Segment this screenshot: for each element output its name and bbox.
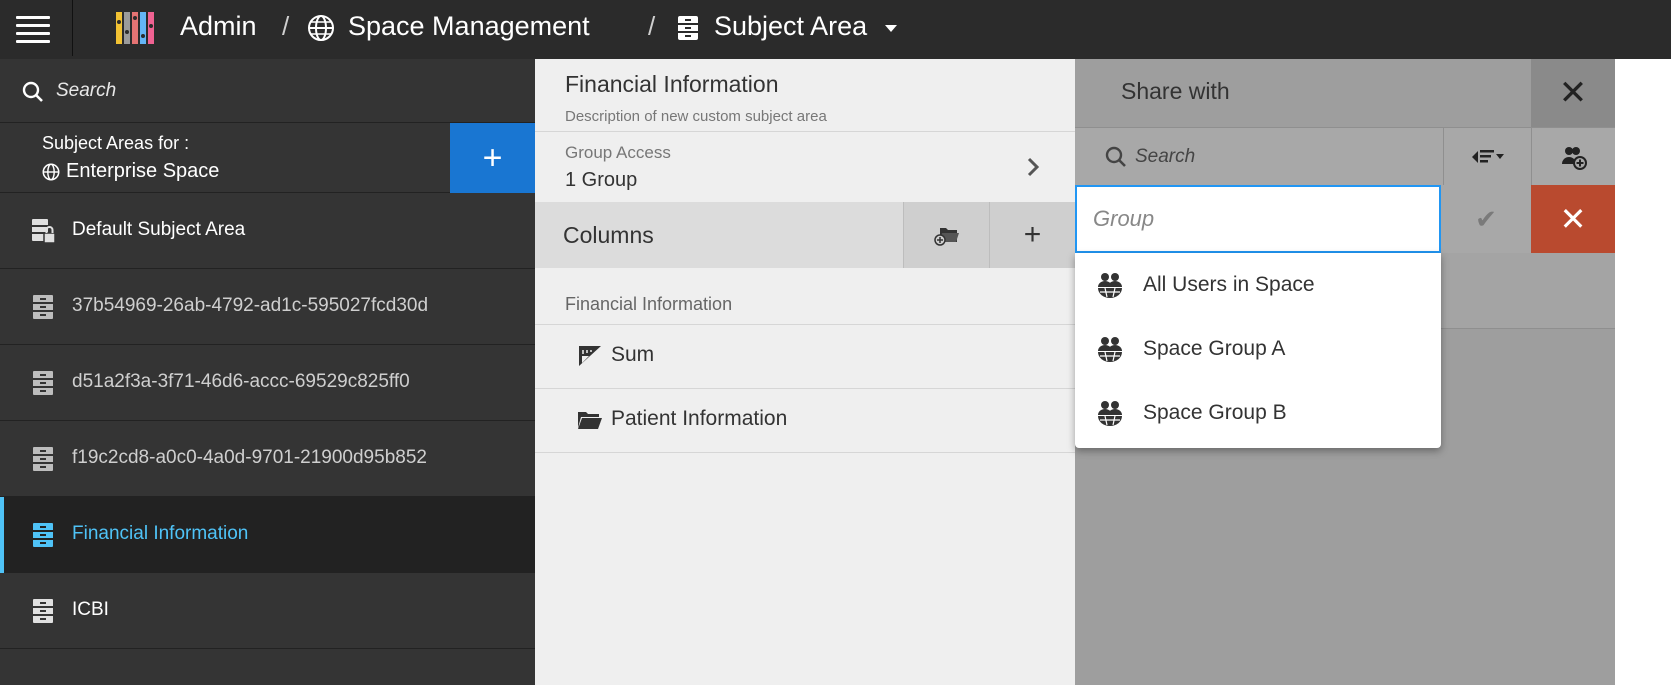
columns-header: Columns +: [535, 202, 1075, 268]
column-section-label: Financial Information: [565, 294, 733, 314]
sidebar-item-label: ICBI: [72, 599, 109, 620]
sidebar-item-label: f19c2cd8-a0c0-4a0d-9701-21900d95b852: [72, 447, 427, 468]
group-option-label: Space Group A: [1143, 337, 1286, 360]
group-option-all-users[interactable]: All Users in Space: [1075, 253, 1441, 317]
space-name: Enterprise Space: [42, 160, 219, 183]
sidebar-item-subject-area[interactable]: f19c2cd8-a0c0-4a0d-9701-21900d95b852: [0, 421, 535, 497]
sidebar-item-subject-area[interactable]: d51a2f3a-3f71-46d6-accc-69529c825ff0: [0, 345, 535, 421]
divider: [535, 452, 1075, 453]
add-folder-icon: [933, 228, 959, 246]
columns-title: Columns: [563, 222, 654, 248]
cabinet-icon: [678, 16, 698, 40]
locked-cabinet-icon: [32, 219, 56, 244]
empty-area: [1615, 59, 1671, 685]
cabinet-icon: [33, 371, 53, 395]
globe-icon: [308, 15, 334, 41]
subject-areas-header: Subject Areas for : Enterprise Space +: [0, 123, 535, 193]
divider: [535, 131, 1075, 132]
breadcrumb-admin[interactable]: Admin: [180, 11, 257, 42]
group-access-label: Group Access: [565, 143, 671, 162]
sidebar-item-financial-information[interactable]: Financial Information: [0, 497, 535, 573]
breadcrumb-separator: /: [282, 11, 290, 41]
users-group-icon: [1098, 337, 1122, 362]
topbar-divider: [72, 0, 73, 56]
users-group-icon: [1098, 273, 1122, 298]
app-window: Admin / Space Management / Subject Area: [0, 0, 1671, 685]
share-search-bar: [1075, 127, 1615, 186]
cabinet-icon: [33, 295, 53, 319]
breadcrumb-separator: /: [648, 11, 656, 41]
add-subject-area-button[interactable]: +: [450, 123, 535, 193]
group-option-label: Space Group B: [1143, 401, 1287, 424]
search-icon: [22, 81, 43, 102]
sort-button[interactable]: [1443, 128, 1531, 186]
group-option-space-group-b[interactable]: Space Group B: [1075, 381, 1441, 445]
space-name-label: Enterprise Space: [66, 160, 220, 182]
group-name-input[interactable]: [1075, 185, 1441, 253]
group-option-space-group-a[interactable]: Space Group A: [1075, 317, 1441, 381]
column-row-label: Patient Information: [611, 407, 788, 430]
search-icon: [1105, 146, 1126, 167]
sidebar-item-subject-area[interactable]: 37b54969-26ab-4792-ad1c-595027fcd30d: [0, 269, 535, 345]
cancel-button[interactable]: ✕: [1531, 185, 1615, 253]
sidebar-item-label: d51a2f3a-3f71-46d6-accc-69529c825ff0: [72, 371, 410, 392]
add-folder-button[interactable]: [903, 202, 989, 268]
subject-area-description: Description of new custom subject area: [565, 108, 827, 125]
breadcrumb-subject-area[interactable]: Subject Area: [714, 11, 867, 42]
sidebar-search-input[interactable]: [56, 73, 506, 109]
add-user-group-icon: [1561, 147, 1587, 170]
group-suggestions-dropdown: All Users in Space Space Group A Space G…: [1075, 253, 1441, 448]
users-group-icon: [1098, 401, 1122, 426]
top-bar: Admin / Space Management / Subject Area: [0, 0, 1671, 59]
sidebar-item-label: 37b54969-26ab-4792-ad1c-595027fcd30d: [72, 295, 429, 316]
sort-icon: [1471, 150, 1504, 163]
cabinet-icon: [33, 599, 53, 623]
column-row-patient-information[interactable]: Patient Information: [535, 388, 1075, 452]
share-search-input[interactable]: [1135, 140, 1435, 174]
folder-open-icon: [578, 412, 602, 429]
group-option-label: All Users in Space: [1143, 273, 1315, 296]
close-button[interactable]: ✕: [1531, 59, 1615, 127]
sidebar: Subject Areas for : Enterprise Space + D…: [0, 59, 535, 685]
column-row-sum[interactable]: Sum: [535, 324, 1075, 388]
chevron-down-icon[interactable]: [884, 22, 898, 34]
sidebar-item-label: Default Subject Area: [72, 219, 246, 240]
menu-icon[interactable]: [16, 11, 50, 45]
confirm-button[interactable]: ✔: [1441, 185, 1531, 253]
sidebar-item-icbi[interactable]: ICBI: [0, 573, 535, 649]
cabinet-icon: [33, 523, 53, 547]
share-header: Share with ✕: [1075, 59, 1615, 127]
subject-areas-for-label: Subject Areas for :: [42, 133, 190, 153]
share-title: Share with: [1121, 78, 1230, 104]
subject-area-detail-panel: Financial Information Description of new…: [535, 59, 1075, 685]
chevron-right-icon[interactable]: [1021, 155, 1045, 179]
add-column-button[interactable]: +: [989, 202, 1075, 268]
sidebar-item-default-subject-area[interactable]: Default Subject Area: [0, 193, 535, 269]
sidebar-search: [0, 59, 535, 123]
cabinet-icon: [33, 447, 53, 471]
globe-icon: [42, 163, 60, 180]
breadcrumb-space-management[interactable]: Space Management: [348, 11, 590, 42]
subject-area-title: Financial Information: [565, 71, 779, 97]
app-logo-icon: [116, 12, 154, 44]
sidebar-item-label: Financial Information: [72, 523, 249, 544]
group-access-value[interactable]: 1 Group: [565, 169, 637, 192]
add-group-button[interactable]: [1531, 128, 1615, 186]
column-row-label: Sum: [611, 343, 655, 366]
measure-icon: [579, 346, 601, 366]
